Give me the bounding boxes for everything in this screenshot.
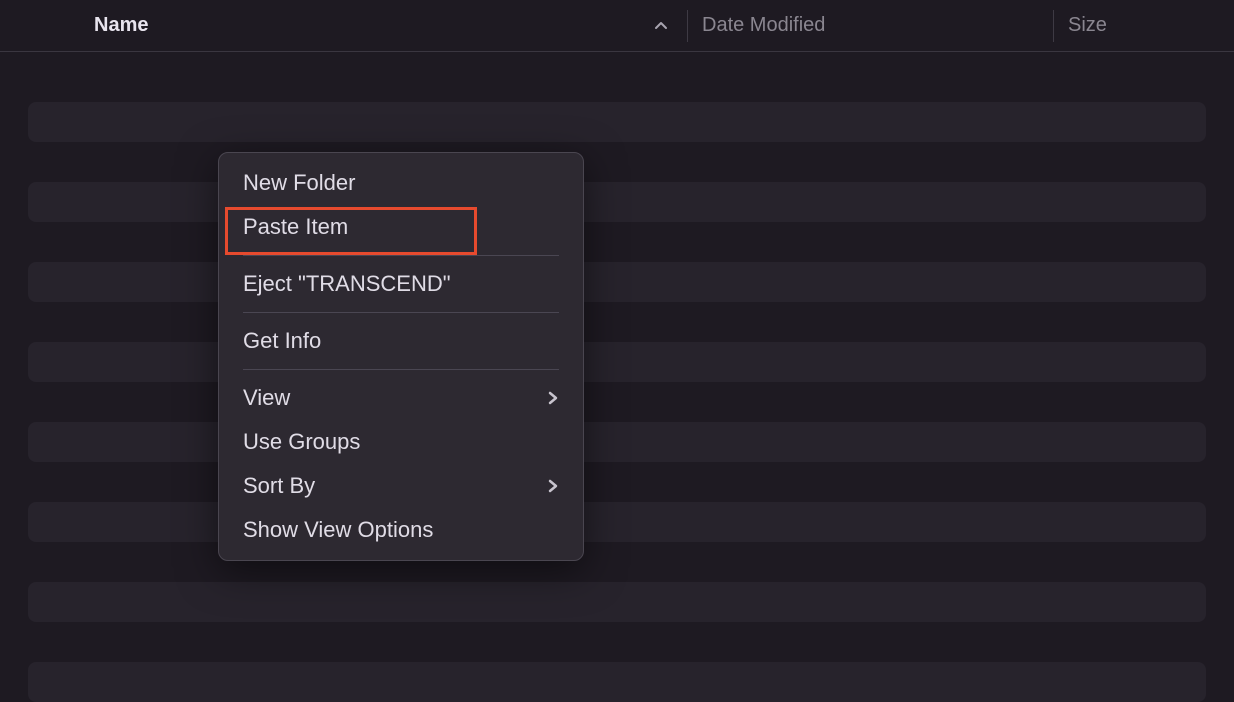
column-date-label: Date Modified xyxy=(702,14,825,36)
column-header-size[interactable]: Size xyxy=(1054,14,1234,37)
list-row[interactable] xyxy=(28,502,1206,542)
column-name-label: Name xyxy=(94,14,148,37)
menu-item-use-groups[interactable]: Use Groups xyxy=(219,420,583,464)
menu-item-eject[interactable]: Eject "TRANSCEND" xyxy=(219,262,583,306)
menu-item-label: Use Groups xyxy=(243,429,360,455)
list-row[interactable] xyxy=(28,342,1206,382)
menu-item-paste-item[interactable]: Paste Item xyxy=(219,205,583,249)
chevron-right-icon xyxy=(547,390,559,406)
list-row[interactable] xyxy=(28,662,1206,702)
menu-item-get-info[interactable]: Get Info xyxy=(219,319,583,363)
menu-item-label: Paste Item xyxy=(243,214,348,240)
column-header-row: Name Date Modified Size xyxy=(0,0,1234,52)
list-row[interactable] xyxy=(28,582,1206,622)
column-header-name[interactable]: Name xyxy=(0,14,687,37)
menu-separator xyxy=(243,255,559,256)
menu-item-sort-by[interactable]: Sort By xyxy=(219,464,583,508)
menu-item-new-folder[interactable]: New Folder xyxy=(219,161,583,205)
menu-item-view[interactable]: View xyxy=(219,376,583,420)
chevron-right-icon xyxy=(547,478,559,494)
list-row[interactable] xyxy=(28,102,1206,142)
list-row[interactable] xyxy=(28,422,1206,462)
sort-ascending-icon xyxy=(653,18,669,34)
menu-item-label: Eject "TRANSCEND" xyxy=(243,271,451,297)
column-header-date-modified[interactable]: Date Modified xyxy=(688,14,1053,37)
context-menu: New Folder Paste Item Eject "TRANSCEND" … xyxy=(218,152,584,561)
menu-item-label: Sort By xyxy=(243,473,315,499)
menu-item-show-view-options[interactable]: Show View Options xyxy=(219,508,583,552)
column-size-label: Size xyxy=(1068,14,1107,36)
file-list-area[interactable] xyxy=(0,52,1234,702)
menu-item-label: Show View Options xyxy=(243,517,433,543)
menu-item-label: Get Info xyxy=(243,328,321,354)
menu-item-label: New Folder xyxy=(243,170,355,196)
menu-separator xyxy=(243,312,559,313)
list-row[interactable] xyxy=(28,182,1206,222)
menu-item-label: View xyxy=(243,385,290,411)
list-row[interactable] xyxy=(28,262,1206,302)
menu-separator xyxy=(243,369,559,370)
